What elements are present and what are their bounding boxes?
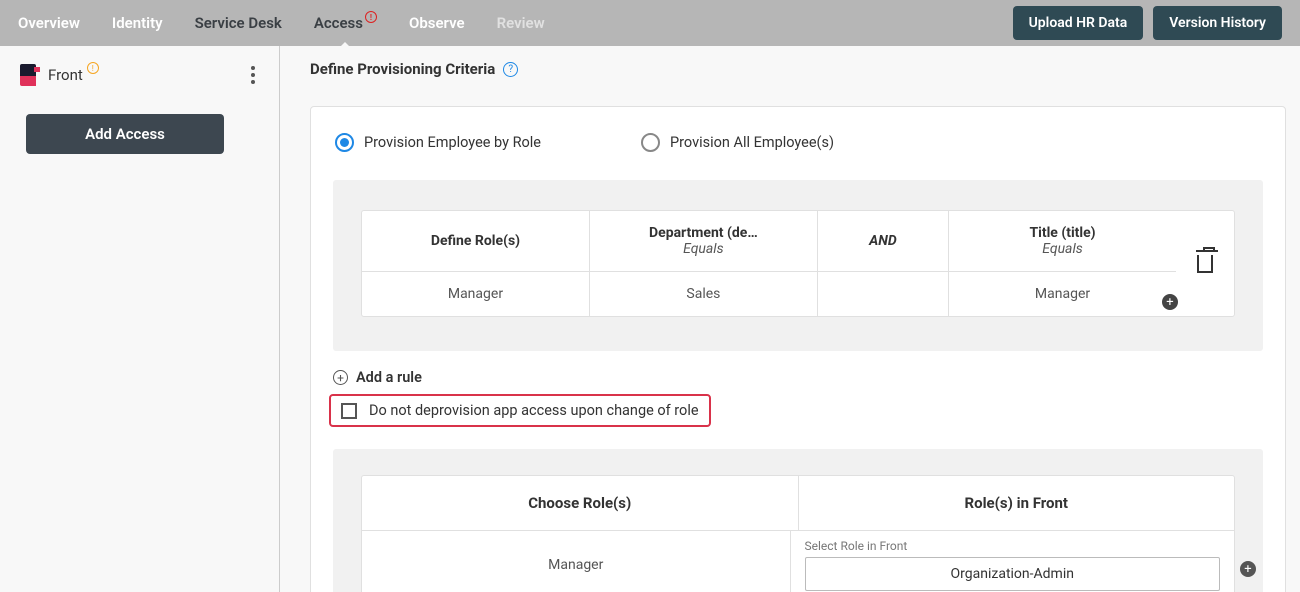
cell-role-in-app: Select Role in Front Organization-Admin <box>791 531 1235 592</box>
top-actions: Upload HR Data Version History <box>1013 6 1282 40</box>
warning-icon: ! <box>87 62 99 74</box>
checkbox-icon[interactable] <box>341 403 357 419</box>
radio-all[interactable]: Provision All Employee(s) <box>641 133 834 152</box>
tab-review[interactable]: Review <box>497 14 545 32</box>
trash-icon[interactable] <box>1197 255 1213 273</box>
tab-service-desk[interactable]: Service Desk <box>195 14 282 32</box>
alert-icon: ! <box>365 11 377 23</box>
plus-circle-icon: + <box>333 370 348 385</box>
app-row[interactable]: Front ! <box>20 64 259 86</box>
role-select-input[interactable]: Organization-Admin <box>805 557 1221 591</box>
radio-by-role-label: Provision Employee by Role <box>364 134 541 151</box>
select-role-label: Select Role in Front <box>805 539 1221 553</box>
app-name-label: Front <box>48 66 83 84</box>
version-history-button[interactable]: Version History <box>1153 6 1282 40</box>
main-content: Define Provisioning Criteria ? Provision… <box>280 46 1300 592</box>
app-logo-icon <box>20 64 36 86</box>
col-department[interactable]: Department (de… Equals <box>590 211 818 271</box>
section-title-text: Define Provisioning Criteria <box>310 60 495 78</box>
col-operator: AND <box>818 211 949 271</box>
tab-identity[interactable]: Identity <box>112 14 163 32</box>
help-icon[interactable]: ? <box>503 62 518 77</box>
rule-panel: Define Role(s) Department (de… Equals AN… <box>333 180 1263 351</box>
radio-icon-selected <box>335 133 354 152</box>
rule-box: Define Role(s) Department (de… Equals AN… <box>361 210 1235 317</box>
deprovision-label: Do not deprovision app access upon chang… <box>369 402 699 419</box>
tab-observe[interactable]: Observe <box>409 14 465 32</box>
sidebar: Front ! Add Access <box>0 46 280 592</box>
upload-hr-button[interactable]: Upload HR Data <box>1013 6 1144 40</box>
radio-all-label: Provision All Employee(s) <box>670 134 834 151</box>
tab-overview[interactable]: Overview <box>18 14 80 32</box>
col-define-roles: Define Role(s) <box>362 211 590 271</box>
cell-title[interactable]: Manager <box>949 272 1176 316</box>
cell-op <box>818 272 949 316</box>
section-title: Define Provisioning Criteria ? <box>310 60 1300 78</box>
tab-access[interactable]: Access ! <box>314 14 377 32</box>
tab-access-label: Access <box>314 14 363 32</box>
add-rule-button[interactable]: + Add a rule <box>311 369 1285 386</box>
add-rule-label: Add a rule <box>356 369 422 386</box>
col-roles-in-app: Role(s) in Front <box>799 476 1235 530</box>
more-icon[interactable] <box>251 66 255 84</box>
add-condition-icon[interactable]: + <box>1162 294 1178 310</box>
radio-icon <box>641 133 660 152</box>
radio-group: Provision Employee by Role Provision All… <box>311 133 1285 152</box>
cell-role[interactable]: Manager <box>362 272 590 316</box>
col-choose-roles: Choose Role(s) <box>362 476 799 530</box>
cell-dept[interactable]: Sales <box>590 272 818 316</box>
col-title[interactable]: Title (title) Equals <box>949 211 1176 271</box>
add-role-icon[interactable]: + <box>1240 561 1256 577</box>
add-access-button[interactable]: Add Access <box>26 114 224 154</box>
criteria-card: Provision Employee by Role Provision All… <box>310 106 1286 592</box>
role-box: Choose Role(s) Role(s) in Front Manager … <box>361 475 1235 592</box>
top-nav: Overview Identity Service Desk Access ! … <box>0 0 1300 46</box>
radio-by-role[interactable]: Provision Employee by Role <box>335 133 541 152</box>
role-panel: Choose Role(s) Role(s) in Front Manager … <box>333 449 1263 592</box>
delete-rule-area <box>1176 211 1234 316</box>
cell-choose-role[interactable]: Manager <box>362 531 791 592</box>
deprovision-option[interactable]: Do not deprovision app access upon chang… <box>329 394 711 427</box>
